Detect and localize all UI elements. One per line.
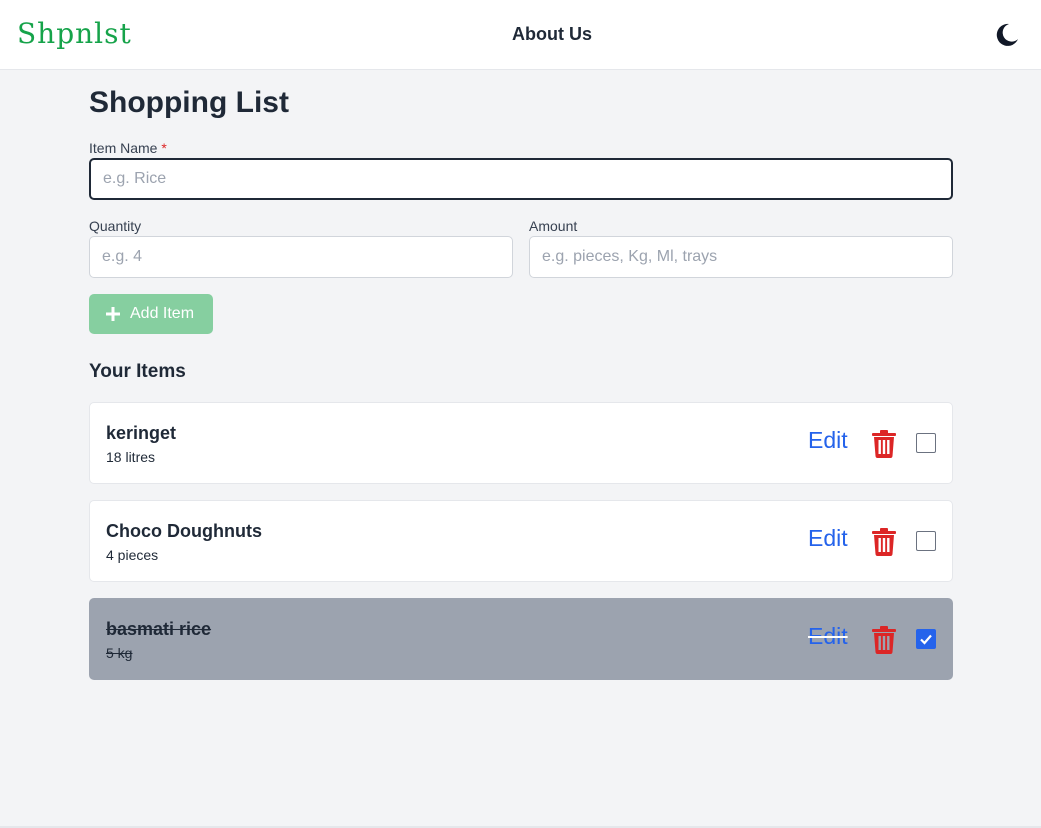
required-mark: * [161,140,167,156]
item-name-label: Item Name * [89,140,167,156]
trash-icon[interactable] [872,430,896,458]
item-name-label-text: Item Name [89,140,158,156]
item-name: keringet [106,423,177,443]
list-item: keringet 18 litres Edit [89,402,953,484]
page-title: Shopping List [89,86,289,119]
checkmark-icon [920,634,932,645]
item-quantity: 4 pieces [106,547,159,563]
moon-icon [996,23,1018,46]
item-name: basmati rice [106,619,212,639]
amount-label: Amount [529,218,578,234]
edit-button[interactable]: Edit [808,623,848,650]
trash-icon[interactable] [872,528,896,556]
item-checkbox[interactable] [916,433,936,453]
add-item-button[interactable]: Add Item [89,294,213,334]
theme-toggle-button[interactable] [992,20,1022,50]
plus-icon [106,307,120,321]
logo[interactable]: Shpnlst [17,20,132,48]
list-item: basmati rice 5 kg Edit [89,598,953,680]
about-us-link[interactable]: About Us [512,24,592,45]
edit-button[interactable]: Edit [808,525,848,552]
item-checkbox[interactable] [916,531,936,551]
item-quantity: 5 kg [106,645,133,661]
add-item-label: Add Item [130,305,195,322]
amount-input[interactable] [529,236,953,278]
edit-button[interactable]: Edit [808,427,848,454]
item-name-input[interactable] [89,158,953,200]
trash-icon[interactable] [872,626,896,654]
navbar: Shpnlst About Us [0,0,1041,70]
item-checkbox[interactable] [916,629,936,649]
your-items-title: Your Items [89,361,186,382]
item-quantity: 18 litres [106,449,156,465]
quantity-input[interactable] [89,236,513,278]
item-name: Choco Doughnuts [106,521,262,541]
list-item: Choco Doughnuts 4 pieces Edit [89,500,953,582]
quantity-label: Quantity [89,218,142,234]
